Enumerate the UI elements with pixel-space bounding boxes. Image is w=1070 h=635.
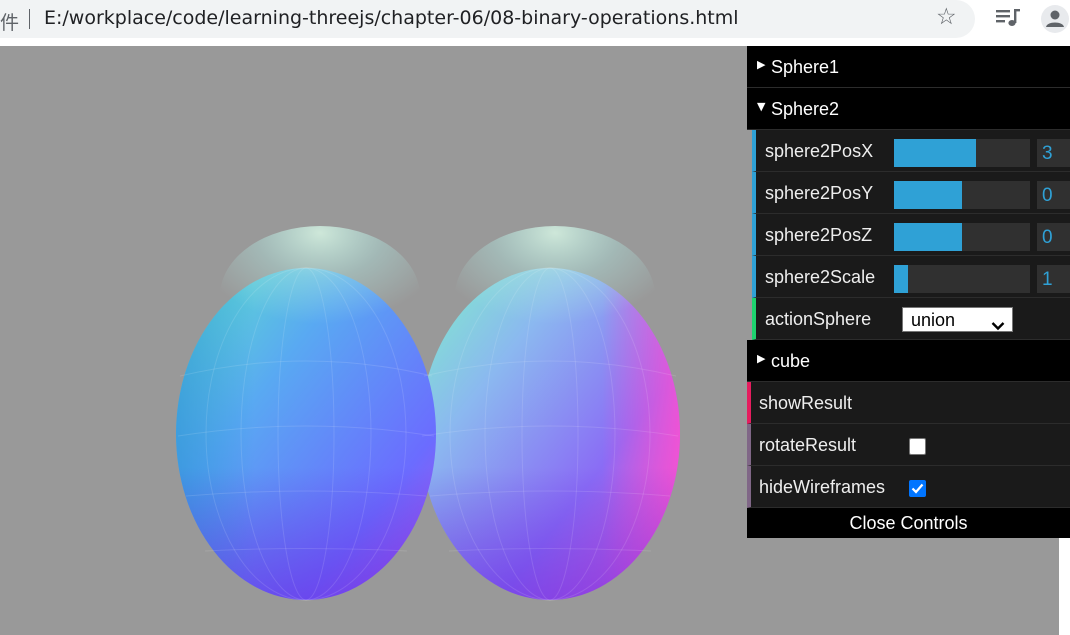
folder-cube[interactable]: ▶ cube	[747, 340, 1070, 382]
address-separator	[29, 9, 30, 29]
control-sphere2posx: sphere2PosX 3	[752, 130, 1070, 172]
sphere2scale-slider[interactable]	[894, 265, 1030, 293]
control-label: sphere2PosZ	[765, 225, 873, 245]
slider-fill	[894, 139, 976, 167]
address-bar[interactable]: 件 E:/workplace/code/learning-threejs/cha…	[0, 0, 975, 38]
control-hidewireframes: hideWireframes	[747, 466, 1070, 508]
control-label: hideWireframes	[759, 477, 886, 497]
slider-fill	[894, 265, 908, 293]
chevron-down-icon	[991, 315, 1005, 336]
select-value: union	[911, 310, 956, 330]
control-rotateresult: rotateResult	[747, 424, 1070, 466]
control-sphere2scale: sphere2Scale 1	[752, 256, 1070, 298]
slider-fill	[894, 181, 962, 209]
control-sphere2posz: sphere2PosZ 0	[752, 214, 1070, 256]
sphere2posx-input[interactable]: 3	[1037, 139, 1070, 167]
folder-collapsed-icon: ▶	[757, 352, 766, 365]
hidewireframes-checkbox[interactable]	[909, 480, 926, 497]
sphere2scale-input[interactable]: 1	[1037, 265, 1070, 293]
control-label: actionSphere	[765, 309, 872, 329]
folder-collapsed-icon: ▶	[757, 58, 766, 71]
sphere2posz-input[interactable]: 0	[1037, 223, 1070, 251]
control-label: sphere2PosY	[765, 183, 874, 203]
actionsphere-select[interactable]: union	[902, 307, 1013, 332]
control-label: showResult	[759, 393, 853, 413]
folder-label: Sphere1	[771, 57, 840, 77]
control-actionsphere: actionSphere union	[752, 298, 1070, 340]
rotateresult-checkbox[interactable]	[909, 438, 926, 455]
browser-toolbar: 件 E:/workplace/code/learning-threejs/cha…	[0, 0, 1070, 44]
control-showresult[interactable]: showResult	[747, 382, 1070, 424]
url-text[interactable]: E:/workplace/code/learning-threejs/chapt…	[44, 7, 739, 29]
control-sphere2posy: sphere2PosY 0	[752, 172, 1070, 214]
folder-label: Sphere2	[771, 99, 840, 119]
dat-gui-panel: ▶ Sphere1 ▼ Sphere2 sphere2PosX 3 sphere…	[747, 46, 1070, 538]
folder-sphere2[interactable]: ▼ Sphere2	[747, 88, 1070, 130]
sphere2posz-slider[interactable]	[894, 223, 1030, 251]
close-controls-button[interactable]: Close Controls	[747, 508, 1070, 538]
sphere2posy-input[interactable]: 0	[1037, 181, 1070, 209]
profile-icon[interactable]	[1040, 4, 1070, 39]
control-label: rotateResult	[759, 435, 857, 455]
control-label: sphere2PosX	[765, 141, 874, 161]
folder-expanded-icon: ▼	[757, 100, 766, 113]
checkmark-icon	[911, 483, 924, 494]
sphere2posy-slider[interactable]	[894, 181, 1030, 209]
media-queue-icon[interactable]	[994, 4, 1022, 37]
folder-sphere1[interactable]: ▶ Sphere1	[747, 46, 1070, 88]
folder-label: cube	[771, 351, 811, 371]
sphere2posx-slider[interactable]	[894, 139, 1030, 167]
slider-fill	[894, 223, 962, 251]
url-scheme-fragment: 件	[0, 12, 20, 34]
bookmark-star-icon[interactable]: ☆	[936, 4, 957, 30]
control-label: sphere2Scale	[765, 267, 876, 287]
